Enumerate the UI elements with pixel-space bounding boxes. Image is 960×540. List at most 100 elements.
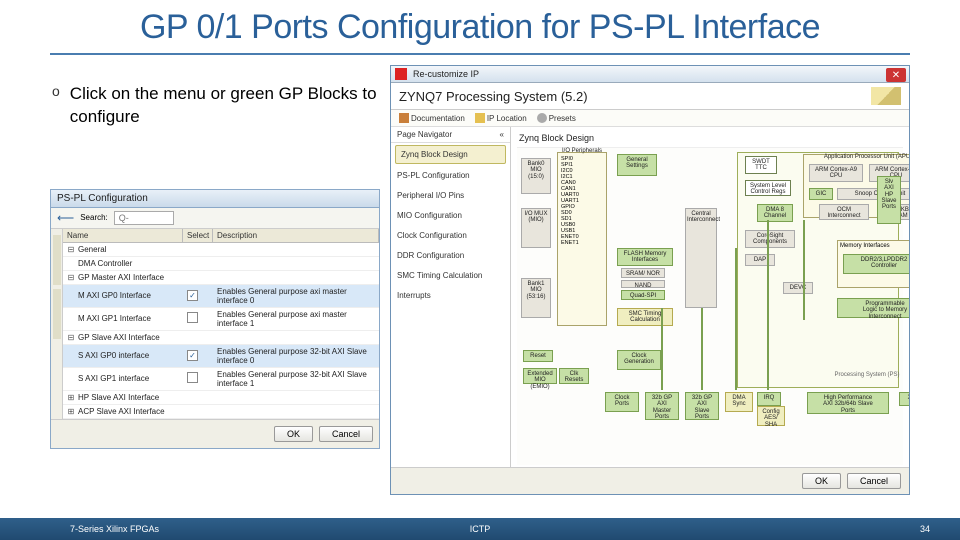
nav-item[interactable]: DDR Configuration — [391, 246, 510, 266]
aes-sha-block: Config AES/ SHA — [757, 406, 785, 426]
table-header: Name Select Description — [63, 229, 379, 243]
nav-item[interactable]: Interrupts — [391, 286, 510, 306]
close-icon[interactable]: ✕ — [886, 68, 906, 82]
nav-item[interactable]: Zynq Block Design — [395, 145, 506, 164]
gic-block[interactable]: GIC — [809, 188, 833, 200]
clk-resets-block[interactable]: Clk Resets — [559, 368, 589, 384]
apu-label: Application Processor Unit (APU) — [813, 152, 909, 162]
row-label: General — [78, 245, 106, 254]
irq-block[interactable]: IRQ — [757, 392, 781, 406]
row-description: Enables General purpose 32-bit AXI Slave… — [213, 368, 379, 390]
xadc-block[interactable]: XADC — [899, 392, 909, 406]
devc-block: DEVC — [783, 282, 813, 294]
io-periph-list: SPI0 SPI1 I2C0 I2C1 CAN0 CAN1 UART0 UART… — [560, 155, 604, 247]
row-description: Enables General purpose axi master inter… — [213, 285, 379, 307]
table-row[interactable]: S AXI GP0 interfaceEnables General purpo… — [63, 345, 379, 368]
search-label: Search: — [80, 213, 108, 222]
io-peripherals-frame: SPI0 SPI1 I2C0 I2C1 CAN0 CAN1 UART0 UART… — [557, 152, 607, 326]
tab-presets[interactable]: Presets — [537, 113, 576, 123]
bullet-text: Click on the menu or green GP Blocks to … — [70, 83, 380, 129]
zynq-block-diagram[interactable]: Processing System (PS) Bank0 MIO (15:0) … — [517, 148, 903, 465]
cancel-button[interactable]: Cancel — [319, 426, 373, 442]
panel-side-tabs — [51, 229, 63, 419]
cortex0-block: ARM Cortex-A9 CPU — [809, 164, 863, 182]
checkbox[interactable] — [187, 290, 198, 301]
pspl-config-panel: PS-PL Configuration ⟵ Search: Q- Name Se… — [50, 189, 380, 449]
checkbox[interactable] — [187, 372, 198, 383]
table-row[interactable]: ⊟General — [63, 243, 379, 257]
row-description — [213, 247, 379, 251]
tab-iplocation[interactable]: IP Location — [475, 113, 527, 123]
sram-nor-block: SRAM/ NOR — [621, 268, 665, 278]
reset-block[interactable]: Reset — [523, 350, 553, 362]
sys-reset-block: System Level Control Regs — [745, 180, 791, 196]
nav-header-label: Page Navigator — [397, 130, 452, 139]
general-settings-block[interactable]: General Settings — [617, 154, 657, 176]
cancel-button[interactable]: Cancel — [847, 473, 901, 489]
table-row[interactable]: M AXI GP0 Interface Enables General purpo… — [63, 285, 379, 308]
table-row[interactable]: M AXI GP1 InterfaceEnables General purpo… — [63, 308, 379, 331]
row-label: ACP Slave AXI Interface — [78, 407, 165, 416]
row-description — [213, 409, 379, 413]
collapse-icon[interactable]: « — [500, 130, 504, 139]
table-row[interactable]: DMA Controller — [63, 257, 379, 271]
gp-master-block[interactable]: 32b GP AXI Master Ports — [645, 392, 679, 420]
row-description — [213, 395, 379, 399]
dma-sync-block: DMA Sync — [725, 392, 753, 412]
tab-documentation[interactable]: Documentation — [399, 113, 465, 123]
window-titlebar: Re-customize IP ✕ — [391, 66, 909, 83]
book-icon — [399, 113, 409, 123]
row-label: HP Slave AXI Interface — [78, 393, 159, 402]
table-row[interactable]: S AXI GP1 interface Enables General purpo… — [63, 368, 379, 391]
clk-ports-block[interactable]: Clock Ports — [605, 392, 639, 412]
table-row[interactable]: ⊟GP Slave AXI Interface — [63, 331, 379, 345]
table-row[interactable]: ⊞HP Slave AXI Interface — [63, 391, 379, 405]
nav-item[interactable]: PS-PL Configuration — [391, 166, 510, 186]
page-title: GP 0/1 Ports Configuration for PS-PL Int… — [50, 8, 910, 55]
table-row[interactable]: ⊞ACP Slave AXI Interface — [63, 405, 379, 419]
central-interconnect-block: Central Interconnect — [685, 208, 717, 308]
row-label: S AXI GP1 interface — [78, 374, 149, 383]
iomux-block: I/O MUX (MIO) — [521, 208, 551, 248]
expander-icon[interactable]: ⊟ — [67, 245, 75, 254]
flash-block[interactable]: FLASH Memory Interfaces — [617, 248, 673, 266]
dma-block[interactable]: DMA 8 Channel — [757, 204, 793, 222]
checkbox[interactable] — [187, 312, 198, 323]
prog-fabric-block[interactable]: ProgrammableLogic to MemoryInterconnect — [837, 298, 909, 318]
nav-item[interactable]: Peripheral I/O Pins — [391, 186, 510, 206]
row-label: M AXI GP0 Interface — [78, 291, 151, 300]
expander-icon[interactable]: ⊟ — [67, 333, 75, 342]
gp-slave-block[interactable]: 32b GP AXI Slave Ports — [685, 392, 719, 420]
row-description — [213, 335, 379, 339]
expander-icon[interactable]: ⊟ — [67, 273, 75, 282]
ddr-block[interactable]: DDR2/3,LPDDR2 Controller — [843, 254, 909, 274]
table-row[interactable]: ⊟GP Master AXI Interface — [63, 271, 379, 285]
slave-ports-block[interactable]: Slv AXI HP Slave Ports — [877, 176, 901, 224]
back-icon[interactable]: ⟵ — [57, 211, 74, 225]
hp-ports-block[interactable]: High Performance AXI 32b/64b Slave Ports — [807, 392, 889, 414]
expander-icon[interactable]: ⊞ — [67, 393, 75, 402]
footer-center: ICTP — [470, 524, 491, 534]
dap-block: DAP — [745, 254, 775, 266]
bank0-block: Bank0 MIO (15:0) — [521, 158, 551, 194]
nav-item[interactable]: SMC Timing Calculation — [391, 266, 510, 286]
row-label: GP Slave AXI Interface — [78, 333, 160, 342]
nav-item[interactable]: MIO Configuration — [391, 206, 510, 226]
nav-item[interactable]: Clock Configuration — [391, 226, 510, 246]
footer-left: 7-Series Xilinx FPGAs — [70, 524, 159, 534]
quadspi-block[interactable]: Quad-SPI — [621, 290, 665, 300]
checkbox[interactable] — [187, 350, 198, 361]
ok-button[interactable]: OK — [274, 426, 313, 442]
clock-gen-block[interactable]: Clock Generation — [617, 350, 661, 370]
smc-timing-block: SMC Timing Calculation — [617, 308, 673, 326]
row-label: S AXI GP0 interface — [78, 351, 149, 360]
window-title: Re-customize IP — [413, 69, 479, 79]
search-input[interactable]: Q- — [114, 211, 174, 225]
bullet-marker: o — [52, 83, 60, 129]
ok-button[interactable]: OK — [802, 473, 841, 489]
bank1-block: Bank1 MIO (53:16) — [521, 278, 551, 318]
row-description — [213, 261, 379, 265]
emio-block[interactable]: Extended MIO (EMIO) — [523, 368, 557, 384]
expander-icon[interactable]: ⊞ — [67, 407, 75, 416]
io-periph-label: I/O Peripherals — [557, 146, 607, 156]
